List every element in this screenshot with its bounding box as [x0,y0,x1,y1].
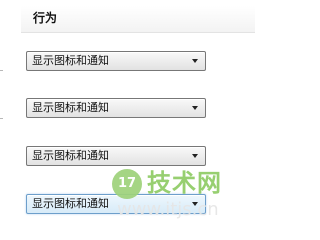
behavior-header-label: 行为 [33,11,58,25]
chevron-down-icon [192,106,198,110]
behavior-dropdown-1[interactable]: 显示图标和通知 [26,51,206,71]
row-divider-tick [0,118,3,119]
behavior-dropdown-3[interactable]: 显示图标和通知 [26,146,206,166]
behavior-dropdown-2-value: 显示图标和通知 [32,101,109,114]
chevron-down-icon [192,59,198,63]
watermark-badge: 17 [112,169,142,199]
behavior-dropdown-3-value: 显示图标和通知 [32,149,109,162]
chevron-down-icon [192,154,198,158]
behavior-dropdown-2[interactable]: 显示图标和通知 [26,98,206,118]
behavior-column-header: 行为 [21,6,255,33]
watermark-title: 技术网 [147,169,222,197]
behavior-dropdown-1-value: 显示图标和通知 [32,54,109,67]
watermark-url: www.itjs.cn [117,199,219,220]
site-watermark: 17 技术网 www.itjs.cn [112,169,255,229]
behavior-dropdown-4-value: 显示图标和通知 [32,197,109,210]
row-divider-tick [0,70,3,71]
